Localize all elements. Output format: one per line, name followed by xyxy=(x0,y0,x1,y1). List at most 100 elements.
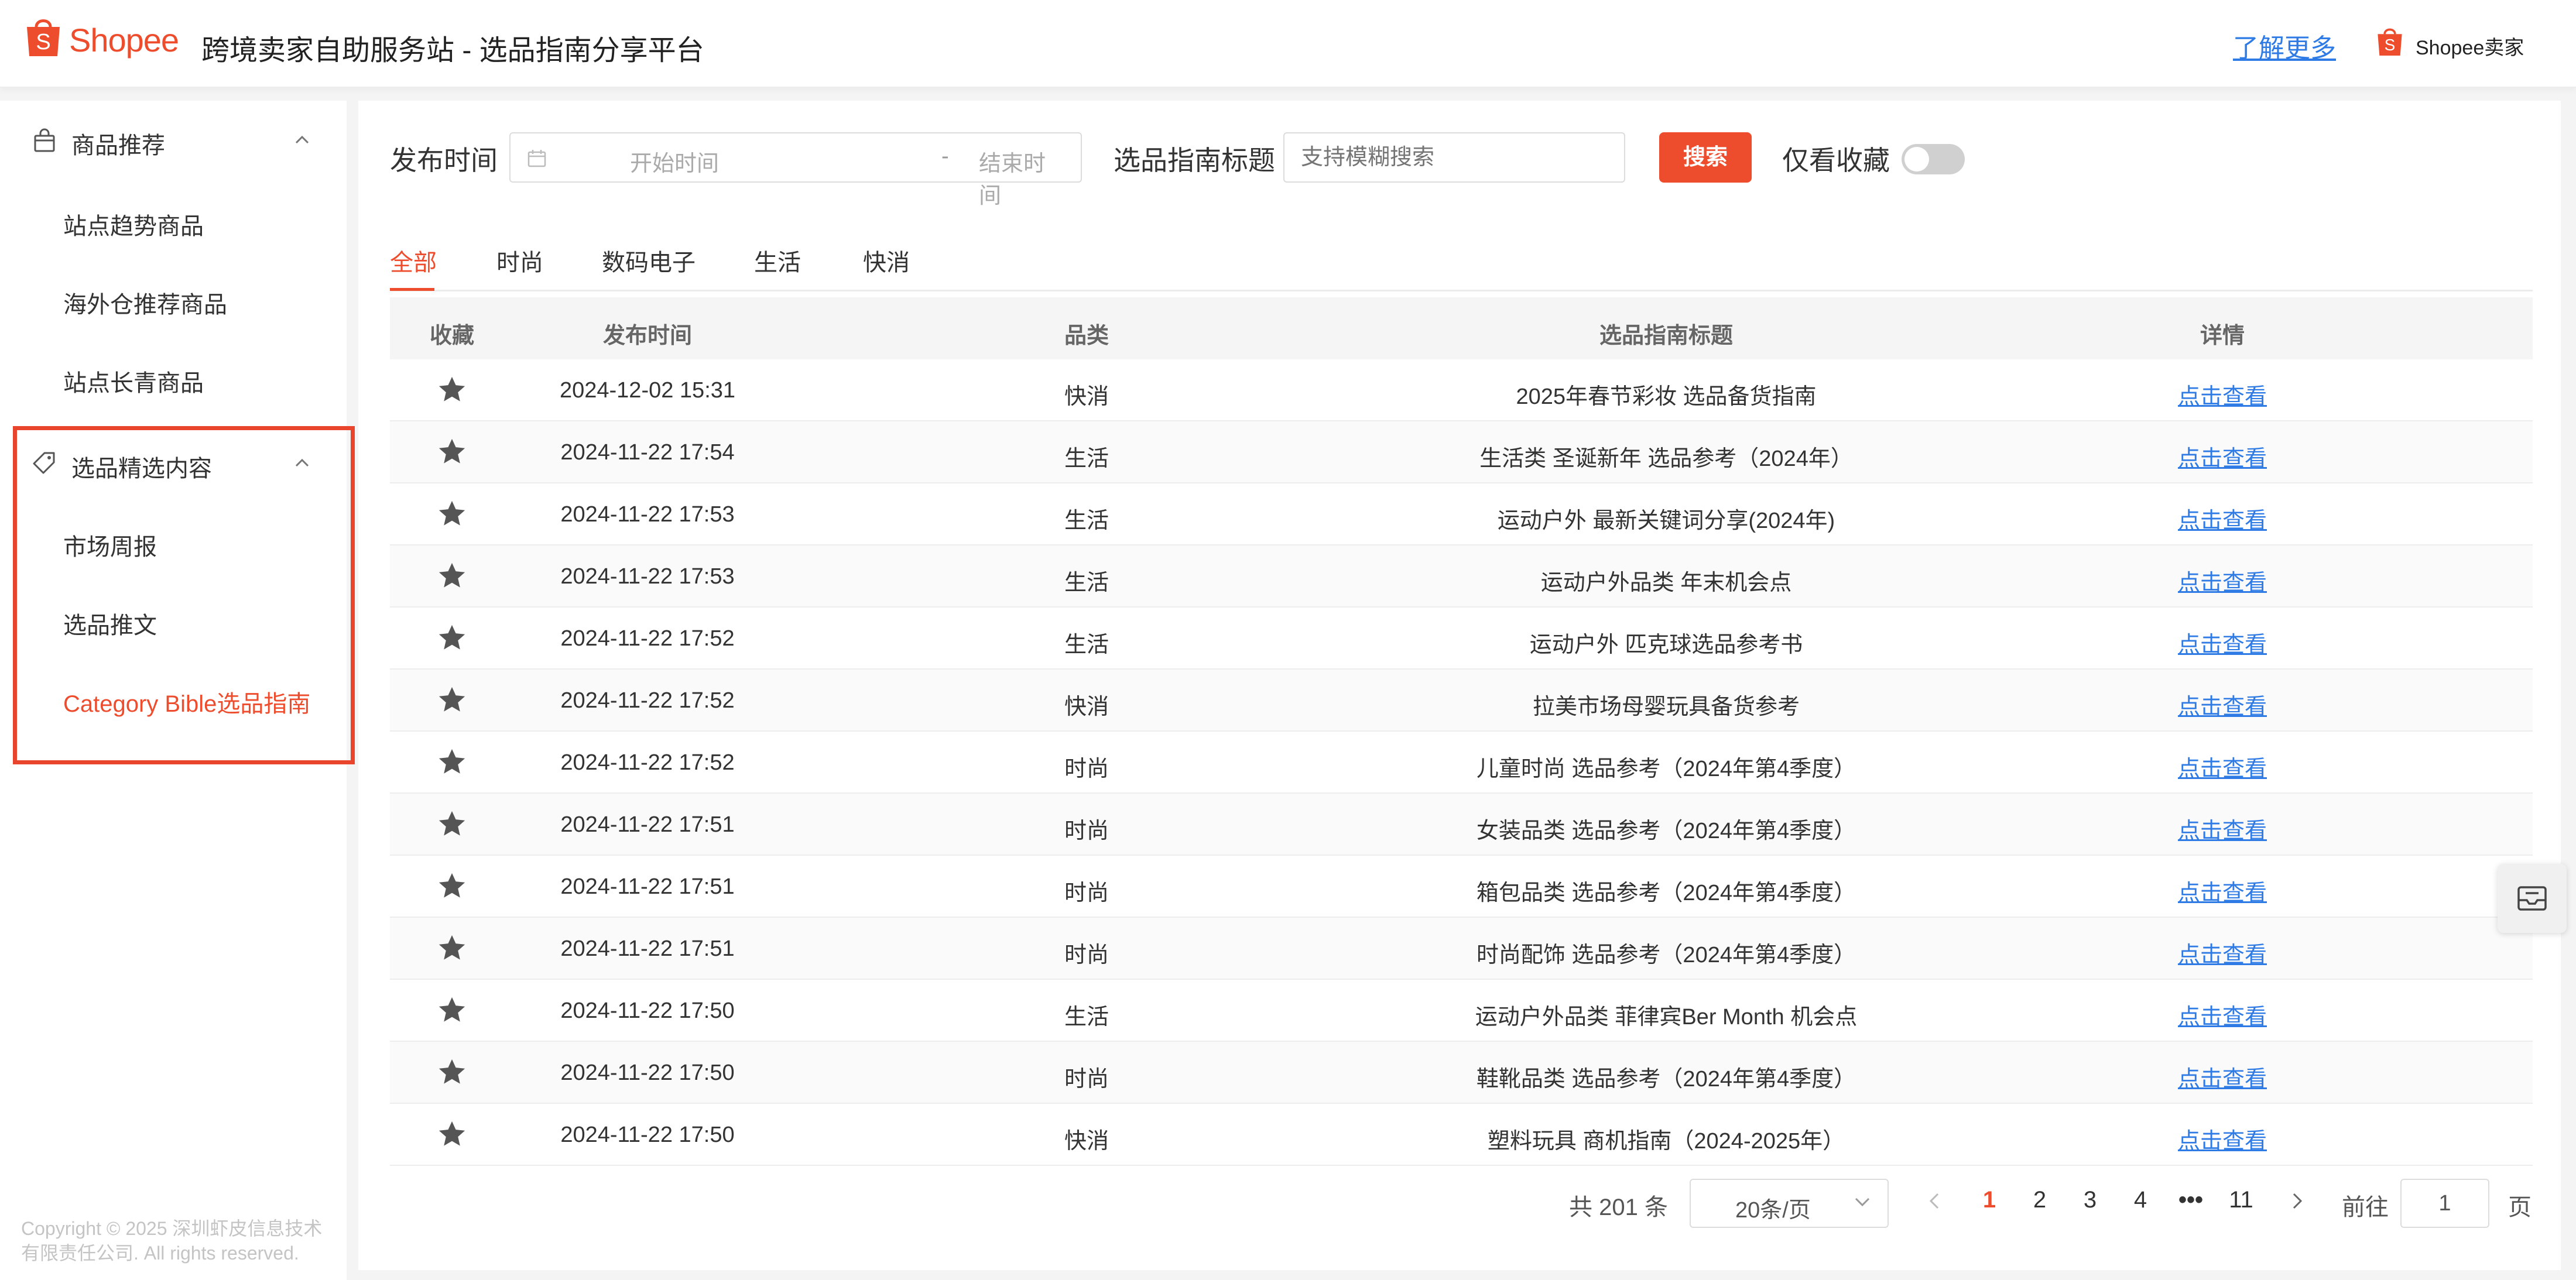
favorite-star-icon[interactable] xyxy=(430,1118,474,1157)
favorite-star-icon[interactable] xyxy=(430,373,474,412)
favorite-star-icon[interactable] xyxy=(430,684,474,722)
page-11[interactable]: 11 xyxy=(2224,1187,2259,1213)
favorite-star-icon[interactable] xyxy=(430,435,474,474)
page-size-select[interactable]: 20条/页 xyxy=(1690,1179,1889,1228)
prev-page-icon[interactable] xyxy=(1927,1192,1941,1210)
menu-group-label: 商品推荐 xyxy=(71,133,165,159)
publish-time-cell: 2024-11-22 17:53 xyxy=(560,502,735,527)
view-detail-link[interactable]: 点击查看 xyxy=(2164,502,2281,534)
sidebar: 商品推荐 站点趋势商品 海外仓推荐商品 站点长青商品 选品精选内容 市场周报 选… xyxy=(0,101,347,1280)
view-detail-link[interactable]: 点击查看 xyxy=(2164,936,2281,969)
publish-time-cell: 2024-11-22 17:52 xyxy=(560,626,735,651)
total-count: 共 201 条 xyxy=(1569,1195,1668,1220)
guide-title-cell: 时尚配饰 选品参考（2024年第4季度） xyxy=(1476,943,1856,967)
guide-title-cell: 拉美市场母婴玩具备货参考 xyxy=(1532,695,1800,719)
table-row: 2024-11-22 17:53 生活 运动户外 最新关键词分享(2024年) 点击查… xyxy=(390,483,2533,545)
view-detail-link[interactable]: 点击查看 xyxy=(2164,626,2281,658)
page-3[interactable]: 3 xyxy=(2073,1187,2108,1213)
sidebar-item-label: 市场周报 xyxy=(63,534,157,560)
view-detail-link[interactable]: 点击查看 xyxy=(2164,688,2281,720)
page-size-value: 20条/页 xyxy=(1735,1198,1811,1223)
menu-group-product-recommend[interactable]: 商品推荐 xyxy=(0,101,347,177)
publish-time-cell: 2024-11-22 17:52 xyxy=(560,750,735,775)
favorite-star-icon[interactable] xyxy=(430,1056,474,1094)
favorite-star-icon[interactable] xyxy=(430,870,474,908)
menu-group-selected-content[interactable]: 选品精选内容 xyxy=(0,424,347,500)
page-4[interactable]: 4 xyxy=(2123,1187,2158,1213)
guide-title-cell: 运动户外 匹克球选品参考书 xyxy=(1529,633,1803,657)
title-search-input[interactable] xyxy=(1283,132,1625,183)
favorite-star-icon[interactable] xyxy=(430,622,474,660)
view-detail-link[interactable]: 点击查看 xyxy=(2164,564,2281,596)
favorite-star-icon[interactable] xyxy=(430,994,474,1032)
page-suffix: 页 xyxy=(2508,1195,2532,1220)
tab-fmcg[interactable]: 快消 xyxy=(863,243,910,277)
publish-time-cell: 2024-11-22 17:51 xyxy=(560,936,735,961)
publish-time-cell: 2024-11-22 17:52 xyxy=(560,688,735,713)
category-cell: 时尚 xyxy=(1064,943,1109,967)
view-detail-link[interactable]: 点击查看 xyxy=(2164,998,2281,1031)
sidebar-item-label: 站点长青商品 xyxy=(63,370,204,396)
feedback-float-button[interactable] xyxy=(2498,864,2567,933)
sidebar-item-overseas-warehouse[interactable]: 海外仓推荐商品 xyxy=(0,263,347,334)
view-detail-link[interactable]: 点击查看 xyxy=(2164,378,2281,410)
tab-lifestyle[interactable]: 生活 xyxy=(754,243,801,277)
guide-title-cell: 女装品类 选品参考（2024年第4季度） xyxy=(1476,819,1856,843)
toggle-knob xyxy=(1904,147,1929,171)
column-header-publish-time: 发布时间 xyxy=(602,324,692,348)
guide-title-cell: 运动户外 最新关键词分享(2024年) xyxy=(1497,509,1835,533)
guide-title-label: 选品指南标题 xyxy=(1114,145,1275,176)
view-detail-link[interactable]: 点击查看 xyxy=(2164,812,2281,845)
view-detail-link[interactable]: 点击查看 xyxy=(2164,1061,2281,1093)
sidebar-item-label: 站点趋势商品 xyxy=(63,214,204,239)
sidebar-item-market-weekly[interactable]: 市场周报 xyxy=(0,506,347,576)
page-1[interactable]: 1 xyxy=(1972,1187,2007,1213)
view-detail-link[interactable]: 点击查看 xyxy=(2164,750,2281,783)
publish-time-cell: 2024-11-22 17:50 xyxy=(560,1123,735,1147)
favorite-star-icon[interactable] xyxy=(430,932,474,970)
main-content: 发布时间 开始时间 - 结束时间 选品指南标题 搜索 仅看收藏 全部 时尚 数码… xyxy=(358,101,2561,1270)
start-time-input[interactable]: 开始时间 xyxy=(581,145,768,177)
sidebar-item-evergreen[interactable]: 站点长青商品 xyxy=(0,342,347,412)
tab-all[interactable]: 全部 xyxy=(390,243,437,277)
view-detail-link[interactable]: 点击查看 xyxy=(2164,440,2281,472)
guide-title-cell: 运动户外品类 年末机会点 xyxy=(1540,571,1792,595)
inbox-message-icon xyxy=(2517,886,2547,911)
date-separator: - xyxy=(941,144,949,169)
page-2[interactable]: 2 xyxy=(2022,1187,2057,1213)
end-time-input[interactable]: 结束时间 xyxy=(979,145,1067,210)
sidebar-item-category-bible[interactable]: Category Bible选品指南 xyxy=(0,663,347,733)
page-ellipsis[interactable]: ••• xyxy=(2173,1187,2208,1213)
tab-electronics[interactable]: 数码电子 xyxy=(602,243,696,277)
search-button[interactable]: 搜索 xyxy=(1659,132,1752,183)
category-cell: 快消 xyxy=(1064,695,1109,719)
favorites-only-toggle[interactable] xyxy=(1902,144,1965,174)
shopee-logo[interactable]: S Shopee xyxy=(25,14,183,67)
learn-more-link[interactable]: 了解更多 xyxy=(2233,27,2336,64)
favorite-star-icon[interactable] xyxy=(430,497,474,536)
table-row: 2024-11-22 17:50 快消 塑料玩具 商机指南（2024-2025年） 点… xyxy=(390,1104,2533,1166)
guide-title-cell: 儿童时尚 选品参考（2024年第4季度） xyxy=(1476,757,1856,781)
chevron-up-icon xyxy=(295,135,309,144)
favorite-star-icon[interactable] xyxy=(430,746,474,784)
page-title: 跨境卖家自助服务站 - 选品指南分享平台 xyxy=(201,35,704,66)
top-header: S Shopee 跨境卖家自助服务站 - 选品指南分享平台 了解更多 S Sho… xyxy=(0,0,2576,88)
pagination: 共 201 条 20条/页 1 2 3 4 ••• 11 前往 页 xyxy=(358,1172,2561,1230)
favorite-star-icon[interactable] xyxy=(430,808,474,846)
view-detail-link[interactable]: 点击查看 xyxy=(2164,1123,2281,1155)
publish-time-cell: 2024-11-22 17:54 xyxy=(560,440,735,465)
date-range-picker[interactable]: 开始时间 - 结束时间 xyxy=(509,132,1082,208)
seller-center-link[interactable]: S Shopee卖家 xyxy=(2376,25,2524,60)
svg-text:S: S xyxy=(36,30,50,54)
tab-fashion[interactable]: 时尚 xyxy=(496,243,543,277)
svg-text:S: S xyxy=(2385,36,2396,54)
table-row: 2024-11-22 17:52 时尚 儿童时尚 选品参考（2024年第4季度） 点击… xyxy=(390,732,2533,794)
next-page-icon[interactable] xyxy=(2290,1192,2304,1210)
category-cell: 生活 xyxy=(1064,447,1109,471)
table-row: 2024-12-02 15:31 快消 2025年春节彩妆 选品备货指南 点击查看 xyxy=(390,359,2533,421)
view-detail-link[interactable]: 点击查看 xyxy=(2164,874,2281,907)
favorite-star-icon[interactable] xyxy=(430,560,474,598)
sidebar-item-selection-posts[interactable]: 选品推文 xyxy=(0,584,347,654)
goto-page-input[interactable] xyxy=(2400,1179,2489,1228)
sidebar-item-site-trending[interactable]: 站点趋势商品 xyxy=(0,185,347,255)
